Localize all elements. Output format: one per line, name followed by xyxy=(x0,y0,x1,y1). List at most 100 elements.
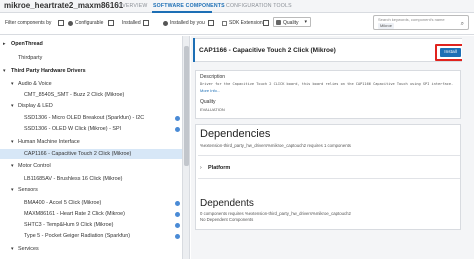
search-placeholder: Search keywords, component's name xyxy=(378,17,445,22)
tree-row[interactable]: ▾ Display & LED xyxy=(0,102,182,111)
sdk-extensions-label: SDK Extensions xyxy=(229,20,266,26)
chevron-down-icon: ▾ xyxy=(11,246,14,252)
quality-value: EVALUATION xyxy=(200,107,225,112)
tree-row[interactable]: ▾ Human Machine Interface xyxy=(0,138,182,147)
tree-row[interactable]: BMA400 - Accel 5 Click (Mikroe) xyxy=(0,199,182,208)
gear-icon[interactable] xyxy=(175,127,180,132)
installed-label: Installed xyxy=(122,20,141,26)
tree-label: SSD1306 - OLED W Click (Mikroe) - SPI xyxy=(24,126,122,132)
tree-label: Display & LED xyxy=(18,103,53,109)
tree-label: Thirdparty xyxy=(18,55,43,61)
quality-label: Quality xyxy=(200,99,216,105)
configurable-label: Configurable xyxy=(75,20,104,26)
platform-label[interactable]: Platform xyxy=(208,165,230,171)
filter-label: Filter components by xyxy=(5,20,52,26)
tree-row[interactable]: ▾ Services xyxy=(0,245,182,254)
tree-row[interactable]: ▾ Third Party Hardware Drivers xyxy=(0,67,182,76)
chevron-down-icon: ▾ xyxy=(11,163,14,169)
scroll-thumb[interactable] xyxy=(184,46,189,166)
tree-label: SSD1306 - Micro OLED Breakout (Sparkfun)… xyxy=(24,115,145,121)
quality-label: Quality xyxy=(283,20,299,26)
gear-icon[interactable] xyxy=(175,223,180,228)
gear-icon[interactable] xyxy=(175,116,180,121)
search-input[interactable]: Search keywords, component's name Mikroe… xyxy=(373,15,469,30)
tree-row[interactable]: ▾ Motor Control xyxy=(0,162,182,171)
tree-row-selected[interactable]: CAP1166 - Capacitive Touch 2 Click (Mikr… xyxy=(0,149,182,159)
tree-label: Motor Control xyxy=(18,163,51,169)
dependencies-subtitle: %extension-third_party_hw_drivers%mikroe… xyxy=(200,143,351,148)
description-card: Description Driver for the Capacitive To… xyxy=(195,70,461,119)
quality-dropdown[interactable]: Quality ▾ xyxy=(273,17,311,27)
tree-label: Services xyxy=(18,246,39,252)
tree-label: CAP1166 - Capacitive Touch 2 Click (Mikr… xyxy=(24,151,132,157)
tree-label: LB11685AV - Brushless 16 Click (Mikroe) xyxy=(24,176,123,182)
divider xyxy=(198,155,460,156)
gear-icon[interactable] xyxy=(175,212,180,217)
description-label: Description xyxy=(200,74,226,80)
chevron-right-icon: ▸ xyxy=(3,41,6,47)
tree-label: Audio & Voice xyxy=(18,81,52,87)
tree-row[interactable]: Thirdparty xyxy=(0,54,182,63)
chevron-down-icon: ▾ xyxy=(11,103,14,109)
installed-checkbox[interactable] xyxy=(143,20,149,26)
chevron-right-icon[interactable]: › xyxy=(200,165,202,171)
tree-label: BMA400 - Accel 5 Click (Mikroe) xyxy=(24,200,102,206)
gear-icon xyxy=(68,20,73,26)
installed-by-you-checkbox[interactable] xyxy=(208,20,214,26)
no-dependents-text: No Dependent Components xyxy=(200,217,254,222)
chevron-down-icon: ▾ xyxy=(304,19,307,25)
quality-icon xyxy=(276,20,281,25)
accent-bar xyxy=(193,38,195,62)
tab-overview[interactable]: OVERVIEW xyxy=(118,3,147,9)
component-tree: ▸ OpenThread Thirdparty ▾ Third Party Hard… xyxy=(0,36,183,259)
tree-label: Sensors xyxy=(18,187,38,193)
dependents-title: Dependents xyxy=(200,198,254,209)
tree-row[interactable]: Type 5 - Pocket Geiger Radiation (Sparkf… xyxy=(0,232,182,241)
tree-row[interactable]: ▸ OpenThread xyxy=(0,40,182,49)
tree-label: OpenThread xyxy=(11,41,43,47)
tree-row[interactable]: LB11685AV - Brushless 16 Click (Mikroe) xyxy=(0,175,182,184)
search-chip[interactable]: Mikroe xyxy=(378,23,395,29)
tab-configuration-tools[interactable]: CONFIGURATION TOOLS xyxy=(226,3,292,9)
chevron-down-icon: ▾ xyxy=(11,81,14,87)
filter-bar: Filter components by Configurable Instal… xyxy=(0,13,474,35)
tree-label: CMT_8540S_SMT - Buzz 2 Click (Mikroe) xyxy=(24,92,125,98)
tree-label: Type 5 - Pocket Geiger Radiation (Sparkf… xyxy=(24,233,131,239)
top-bar: mikroe_heartrate2_maxm86161 OVERVIEW SOF… xyxy=(0,0,474,13)
chevron-down-icon: ▾ xyxy=(11,139,14,145)
filter-checkbox[interactable] xyxy=(58,20,64,26)
chevron-down-icon: ▾ xyxy=(3,68,6,74)
dependencies-title: Dependencies xyxy=(200,128,271,140)
dependencies-card: Dependencies %extension-third_party_hw_d… xyxy=(195,124,461,230)
tree-label: MAXM86161 - Heart Rate 2 Click (Mikroe) xyxy=(24,211,125,217)
search-icon[interactable]: ⌕ xyxy=(461,21,464,28)
dependents-subtitle: 0 components requires %extension-third_p… xyxy=(200,211,351,216)
tree-row[interactable]: CMT_8540S_SMT - Buzz 2 Click (Mikroe) xyxy=(0,91,182,100)
install-button[interactable]: Install xyxy=(440,48,461,57)
tree-row[interactable]: SSD1306 - Micro OLED Breakout (Sparkfun)… xyxy=(0,114,182,123)
component-title: CAP1166 - Capacitive Touch 2 Click (Mikr… xyxy=(199,47,336,54)
person-icon xyxy=(163,20,168,26)
component-header-card: CAP1166 - Capacitive Touch 2 Click (Mikr… xyxy=(193,38,466,62)
installed-by-you-label: Installed by you xyxy=(170,20,205,26)
tab-software-components[interactable]: SOFTWARE COMPONENTS xyxy=(153,3,225,9)
sdk-icon xyxy=(222,20,227,26)
tree-row[interactable]: SHTC3 - Temp&Hum 9 Click (Mikroe) xyxy=(0,221,182,230)
divider xyxy=(198,178,460,179)
tree-label: Human Machine Interface xyxy=(18,139,80,145)
configurable-checkbox[interactable] xyxy=(108,20,114,26)
tree-row[interactable]: SSD1306 - OLED W Click (Mikroe) - SPI xyxy=(0,125,182,134)
gear-icon[interactable] xyxy=(175,234,180,239)
tree-row[interactable]: ▾ Audio & Voice xyxy=(0,80,182,89)
tree-row[interactable]: MAXM86161 - Heart Rate 2 Click (Mikroe) xyxy=(0,210,182,219)
tree-label: SHTC3 - Temp&Hum 9 Click (Mikroe) xyxy=(24,222,114,228)
gear-icon[interactable] xyxy=(175,201,180,206)
more-info-link[interactable]: More Info... xyxy=(200,88,220,93)
tree-scrollbar[interactable] xyxy=(183,36,190,259)
tree-row[interactable]: ▾ Sensors xyxy=(0,186,182,195)
project-title: mikroe_heartrate2_maxm86161 xyxy=(4,1,124,10)
description-text: Driver for the Capacitive Touch 2 CLICK … xyxy=(200,82,454,86)
tree-label: Third Party Hardware Drivers xyxy=(11,68,86,74)
detail-scrollbar[interactable] xyxy=(462,36,467,259)
sdk-extensions-checkbox[interactable] xyxy=(263,20,269,26)
